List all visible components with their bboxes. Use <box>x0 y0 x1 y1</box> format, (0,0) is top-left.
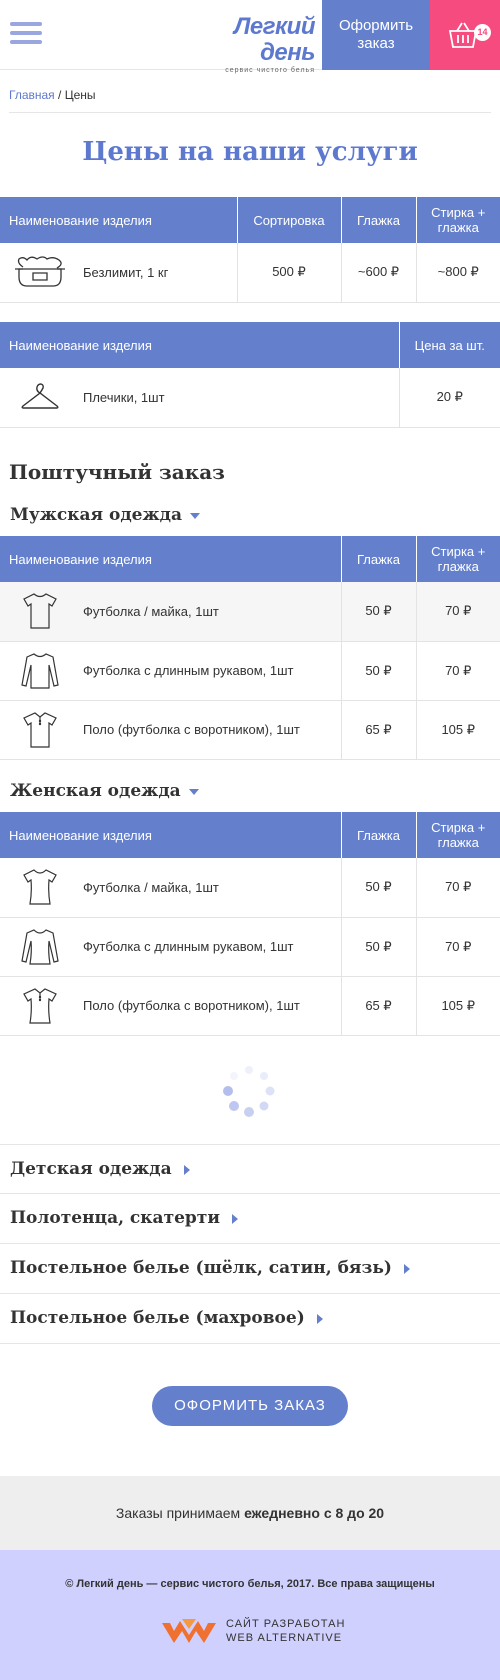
chevron-down-icon <box>188 788 199 795</box>
logo[interactable]: Легкий день сервис чистого белья <box>180 13 316 75</box>
column-header: Цена за шт. <box>399 322 500 368</box>
category-men-toggle[interactable]: Мужская одежда <box>10 505 200 525</box>
schedule-hours: ежедневно с 8 до 20 <box>244 1505 385 1521</box>
category-women-toggle[interactable]: Женская одежда <box>10 781 199 801</box>
column-header: Глажка <box>341 197 417 243</box>
category-kids-toggle[interactable]: Детская одежда <box>0 1144 500 1194</box>
column-header: Глажка <box>341 536 417 582</box>
price-cell: 50 ₽ <box>341 917 417 977</box>
menu-icon[interactable] <box>10 22 42 48</box>
table-row: Футболка / майка, 1шт 50 ₽ 70 ₽ <box>0 582 500 642</box>
bulk-price-table: Наименование изделия Сортировка Глажка С… <box>0 197 500 303</box>
copyright: © Легкий день — сервис чистого белья, 20… <box>65 1578 435 1590</box>
chevron-down-icon <box>189 512 200 519</box>
page-title: Цены на наши услуги <box>82 137 418 167</box>
breadcrumb: Главная / Цены <box>9 88 96 102</box>
item-name: Футболка с длинным рукавом, 1шт <box>83 663 294 678</box>
breadcrumb-separator: / <box>54 88 65 102</box>
women-price-table: Наименование изделия Глажка Стирка + гла… <box>0 812 500 1036</box>
polo-icon <box>9 708 71 752</box>
table-row: Плечики, 1шт 20 ₽ <box>0 368 500 428</box>
logo-title: Легкий день <box>233 13 316 66</box>
price-cell: 50 ₽ <box>341 641 417 701</box>
schedule-text: Заказы принимаем <box>115 1505 245 1521</box>
price-cell: 70 ₽ <box>416 641 500 701</box>
developer-link[interactable]: САЙТ РАЗРАБОТАН WEB ALTERNATIVE <box>160 1615 345 1647</box>
table-row: Футболка с длинным рукавом, 1шт 50 ₽ 70 … <box>0 641 500 701</box>
category-label: Мужская одежда <box>10 505 182 525</box>
price-cell: 65 ₽ <box>341 700 417 760</box>
price-cell: 70 ₽ <box>416 917 500 977</box>
table-row: Безлимит, 1 кг 500 ₽ ~600 ₽ ~800 ₽ <box>0 243 500 303</box>
category-label: Женская одежда <box>10 781 181 801</box>
item-name: Безлимит, 1 кг <box>83 264 169 280</box>
order-button-header[interactable]: Оформить заказ <box>322 0 430 70</box>
item-name: Футболка / майка, 1шт <box>83 603 219 619</box>
price-cell: 20 ₽ <box>399 368 500 428</box>
category-towels-toggle[interactable]: Полотенца, скатерти <box>0 1194 500 1244</box>
table-row: Футболка с длинным рукавом, 1шт 50 ₽ 70 … <box>0 917 500 977</box>
chevron-right-icon <box>403 1263 410 1274</box>
category-label: Постельное белье (шёлк, сатин, бязь) <box>10 1258 392 1278</box>
column-header: Стирка + глажка <box>416 536 500 582</box>
item-name: Поло (футболка с воротником), 1шт <box>83 998 300 1013</box>
price-cell: 50 ₽ <box>341 582 417 642</box>
developer-line-1: САЙТ РАЗРАБОТАН <box>226 1618 346 1630</box>
men-price-table: Наименование изделия Глажка Стирка + гла… <box>0 536 500 760</box>
cart-count-badge: 14 <box>474 24 491 41</box>
price-cell: 70 ₽ <box>416 858 500 918</box>
category-label: Постельное белье (махровое) <box>10 1308 305 1328</box>
longsleeve-icon <box>9 649 71 693</box>
developer-line-2: WEB ALTERNATIVE <box>226 1632 343 1644</box>
laundry-basket-icon <box>9 250 71 294</box>
column-header: Стирка + глажка <box>416 812 500 858</box>
breadcrumb-current: Цены <box>64 88 96 102</box>
schedule-banner: Заказы принимаем ежедневно с 8 до 20 <box>0 1476 500 1550</box>
category-bedding-terry-toggle[interactable]: Постельное белье (махровое) <box>0 1294 500 1344</box>
header: Легкий день сервис чистого белья Оформит… <box>0 0 500 74</box>
column-header: Наименование изделия <box>0 322 400 368</box>
item-name: Поло (футболка с воротником), 1шт <box>83 722 300 737</box>
column-header: Наименование изделия <box>0 812 342 858</box>
table-row: Поло (футболка с воротником), 1шт 65 ₽ 1… <box>0 700 500 760</box>
table-row: Поло (футболка с воротником), 1шт 65 ₽ 1… <box>0 976 500 1036</box>
order-button[interactable]: ОФОРМИТЬ ЗАКАЗ <box>152 1386 348 1426</box>
breadcrumb-home-link[interactable]: Главная <box>9 88 55 102</box>
longsleeve-icon <box>9 925 71 969</box>
tshirt-icon <box>9 865 71 909</box>
item-name: Плечики, 1шт <box>83 389 165 405</box>
chevron-right-icon <box>183 1164 190 1175</box>
price-cell: ~800 ₽ <box>416 243 500 303</box>
price-cell: ~600 ₽ <box>341 243 417 303</box>
price-cell: 65 ₽ <box>341 976 417 1036</box>
hangers-price-table: Наименование изделия Цена за шт. Плечики… <box>0 322 500 428</box>
column-header: Наименование изделия <box>0 197 238 243</box>
loading-spinner-icon <box>223 1066 275 1117</box>
price-cell: 500 ₽ <box>237 243 342 303</box>
divider <box>9 112 491 113</box>
chevron-right-icon <box>231 1213 238 1224</box>
chevron-right-icon <box>316 1313 323 1324</box>
logo-subtitle: сервис чистого белья <box>225 67 315 74</box>
tshirt-icon <box>9 589 71 633</box>
price-cell: 105 ₽ <box>416 700 500 760</box>
column-header: Сортировка <box>237 197 342 243</box>
column-header: Наименование изделия <box>0 536 342 582</box>
piece-order-title: Поштучный заказ <box>9 460 225 484</box>
column-header: Глажка <box>341 812 417 858</box>
category-label: Детская одежда <box>10 1159 172 1179</box>
category-label: Полотенца, скатерти <box>10 1208 220 1228</box>
category-bedding-silk-toggle[interactable]: Постельное белье (шёлк, сатин, бязь) <box>0 1244 500 1294</box>
web-alternative-logo-icon <box>162 1619 216 1643</box>
table-row: Футболка / майка, 1шт 50 ₽ 70 ₽ <box>0 858 500 918</box>
polo-icon <box>9 984 71 1028</box>
footer: © Легкий день — сервис чистого белья, 20… <box>0 1550 500 1680</box>
hanger-icon <box>9 375 71 419</box>
column-header: Стирка + глажка <box>416 197 500 243</box>
price-cell: 105 ₽ <box>416 976 500 1036</box>
price-cell: 50 ₽ <box>341 858 417 918</box>
price-cell: 70 ₽ <box>416 582 500 642</box>
item-name: Футболка с длинным рукавом, 1шт <box>83 939 294 954</box>
item-name: Футболка / майка, 1шт <box>83 879 219 895</box>
